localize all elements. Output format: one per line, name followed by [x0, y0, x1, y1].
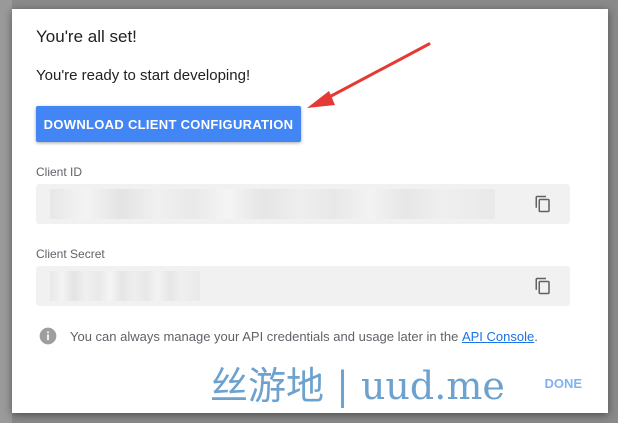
watermark: 丝游地 | uud.me [210, 364, 505, 408]
